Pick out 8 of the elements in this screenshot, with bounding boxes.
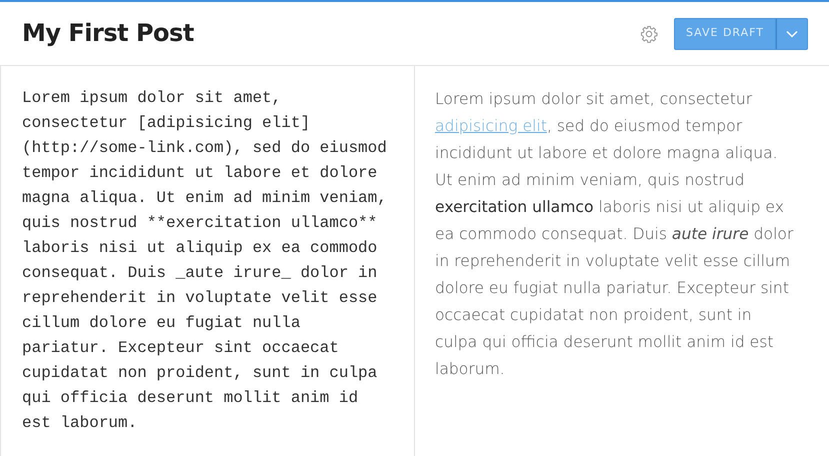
post-title: My First Post xyxy=(22,19,195,48)
save-draft-button[interactable]: SAVE DRAFT xyxy=(674,18,776,50)
dropdown-button[interactable] xyxy=(776,18,808,50)
markdown-editor[interactable]: Lorem ipsum dolor sit amet, consectetur [adipisicing elit](http://some-link.com), sed do eiusmod tempor incididunt ut labore et dolore magna aliqua. Ut enim ad minim veniam, quis nostrud **exercitation ullamco** laboris nisi ut aliquip ex ea commodo consequat. Duis _aute irure_ dolor in reprehenderit in voluptate velit esse cillum dolore eu fugiat nulla pariatur. Excepteur sint occaecat cupidatat non proident, sunt in culpa qui officia deserunt mollit anim id est laborum. xyxy=(22,86,392,436)
settings-icon[interactable] xyxy=(640,24,658,42)
caret-icon xyxy=(786,30,798,38)
preview-paragraph: Lorem ipsum dolor sit amet, consectetur adipisicing elit, sed do eiusmod tempor incididunt ut labore et dolore magna aliqua. Ut enim ad minim veniam, quis nostrud exercitation ullamco laboris nisi ut aliquip ex ea commodo consequat. Duis aute irure dolor in reprehenderit in voluptate velit esse cillum dolore eu fugiat nulla pariatur. Excepteur sint occaecat cupidatat non proident, sunt in culpa qui officia deserunt mollit anim id est laborum. xyxy=(435,89,794,380)
text-link[interactable]: adipisicing elit xyxy=(435,117,547,135)
